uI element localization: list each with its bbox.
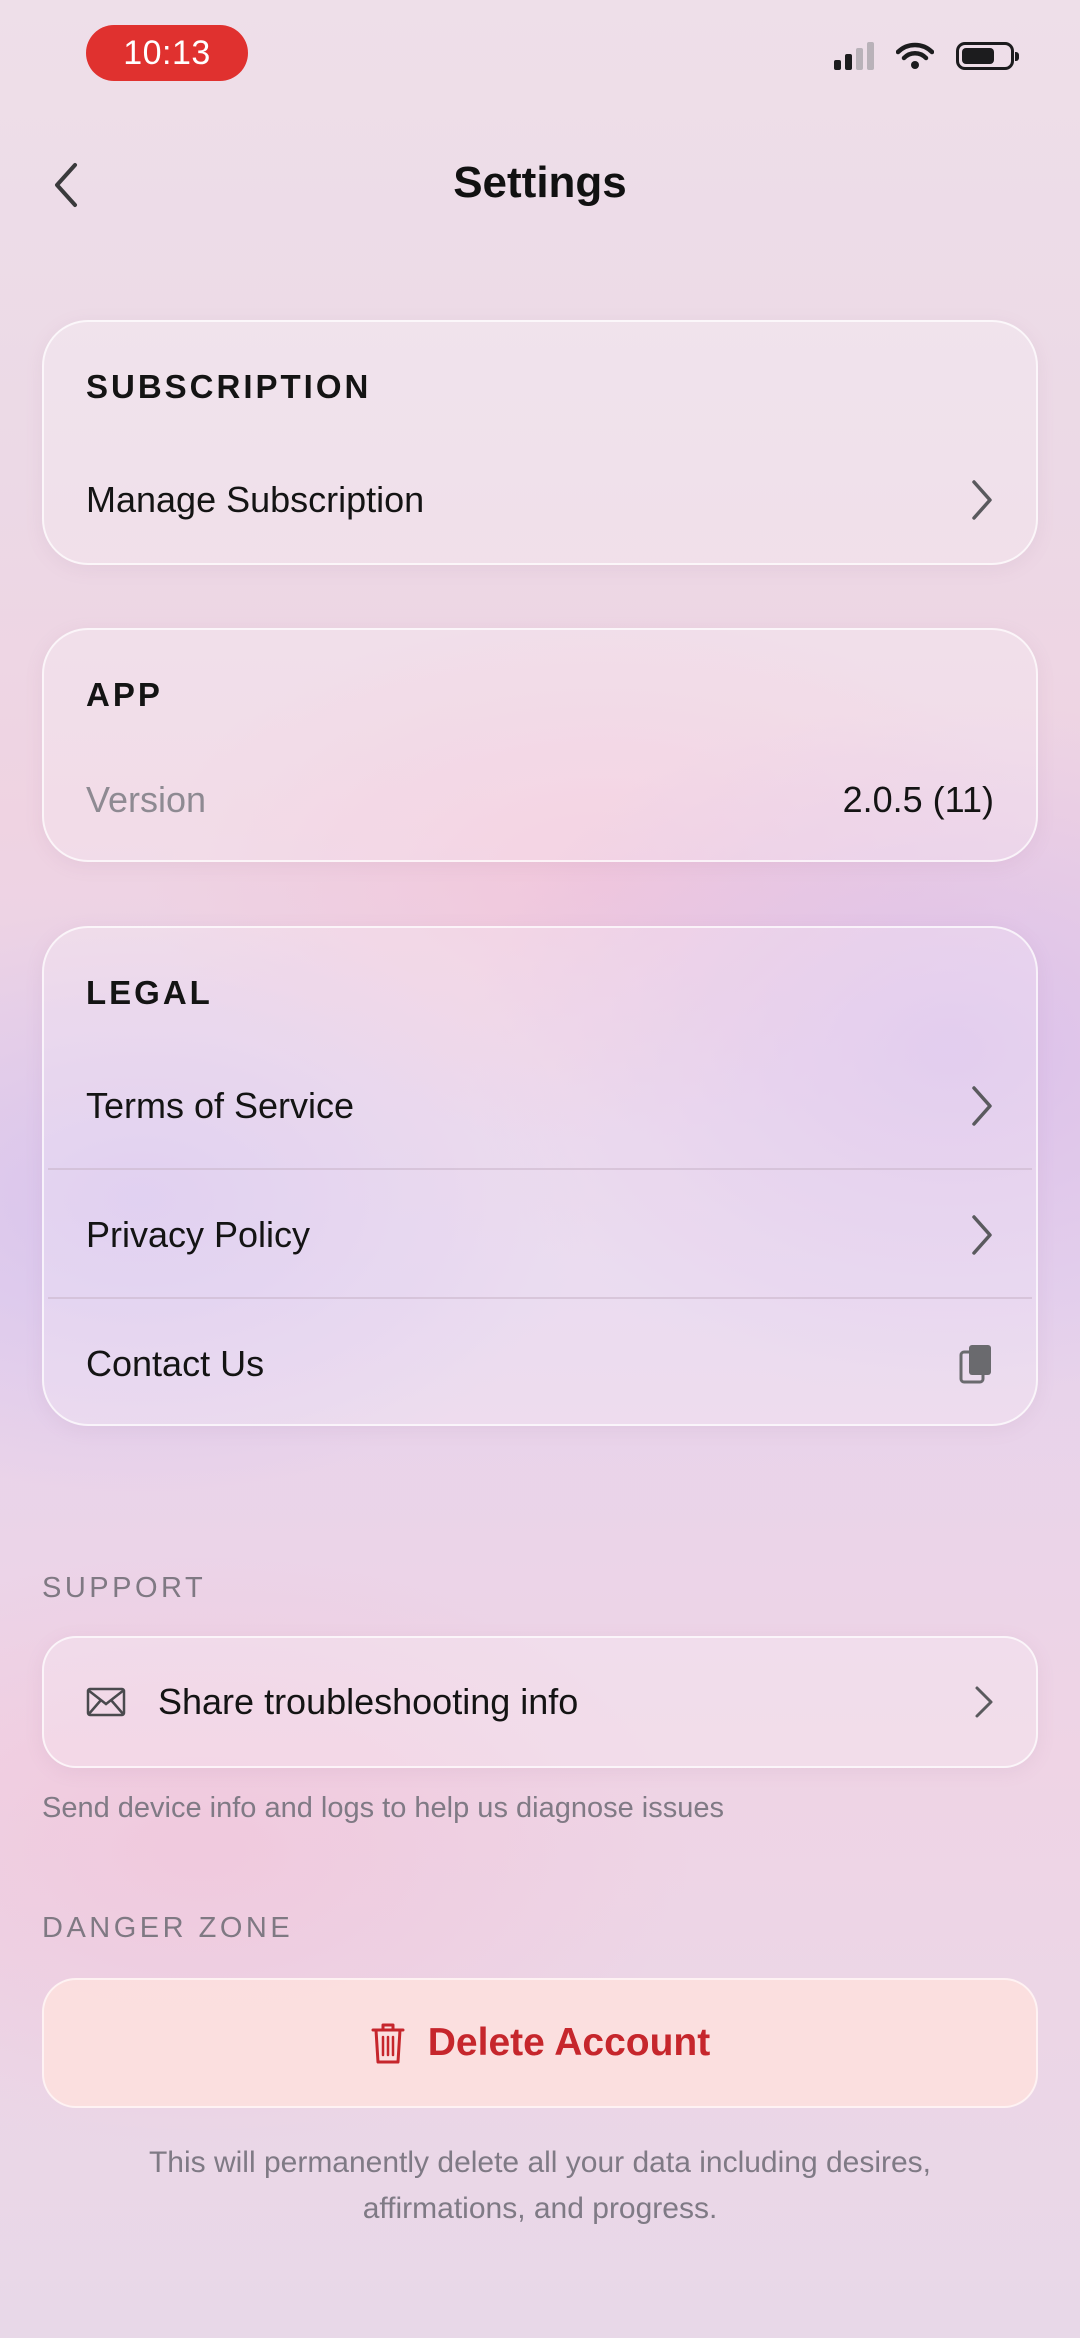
danger-zone-section-label: DANGER ZONE bbox=[42, 1912, 294, 1944]
app-card: APP Version 2.0.5 (11) bbox=[42, 628, 1038, 862]
version-value: 2.0.5 (11) bbox=[842, 779, 994, 820]
version-label: Version bbox=[86, 779, 207, 820]
divider bbox=[48, 1297, 1032, 1299]
wifi-icon bbox=[896, 42, 934, 69]
delete-account-button[interactable]: Delete Account bbox=[42, 1978, 1038, 2108]
contact-us-row[interactable]: Contact Us bbox=[44, 1314, 1036, 1414]
status-icons bbox=[834, 42, 1019, 70]
chevron-right-icon bbox=[972, 1086, 992, 1126]
share-troubleshooting-content: Share troubleshooting info bbox=[86, 1681, 578, 1723]
chevron-right-icon bbox=[975, 1686, 993, 1718]
manage-subscription-label: Manage Subscription bbox=[86, 479, 425, 520]
terms-of-service-row[interactable]: Terms of Service bbox=[44, 1056, 1036, 1156]
version-row: Version 2.0.5 (11) bbox=[44, 750, 1036, 850]
share-troubleshooting-label: Share troubleshooting info bbox=[158, 1681, 579, 1722]
share-troubleshooting-button[interactable]: Share troubleshooting info bbox=[42, 1636, 1038, 1768]
delete-account-label: Delete Account bbox=[427, 2021, 711, 2064]
share-troubleshooting-row: Share troubleshooting info bbox=[44, 1638, 1036, 1766]
terms-of-service-label: Terms of Service bbox=[86, 1085, 355, 1126]
divider bbox=[48, 1168, 1032, 1170]
page-title: Settings bbox=[453, 158, 627, 207]
support-section-label: SUPPORT bbox=[42, 1572, 207, 1604]
envelope-icon bbox=[86, 1687, 126, 1717]
battery-icon bbox=[956, 42, 1019, 70]
delete-account-warning: This will permanently delete all your da… bbox=[148, 2146, 932, 2225]
cellular-signal-icon bbox=[834, 42, 874, 70]
app-header: APP bbox=[86, 676, 163, 713]
chevron-right-icon bbox=[972, 480, 992, 520]
copy-icon[interactable] bbox=[958, 1342, 994, 1386]
support-helper-text: Send device info and logs to help us dia… bbox=[42, 1792, 724, 1824]
subscription-header: SUBSCRIPTION bbox=[86, 368, 372, 405]
subscription-card: SUBSCRIPTION Manage Subscription bbox=[42, 320, 1038, 565]
legal-header: LEGAL bbox=[86, 974, 213, 1011]
privacy-policy-label: Privacy Policy bbox=[86, 1214, 311, 1255]
legal-card: LEGAL Terms of Service Privacy Policy Co… bbox=[42, 926, 1038, 1426]
privacy-policy-row[interactable]: Privacy Policy bbox=[44, 1185, 1036, 1285]
chevron-right-icon bbox=[972, 1215, 992, 1255]
trash-icon bbox=[371, 2023, 405, 2064]
manage-subscription-row[interactable]: Manage Subscription bbox=[44, 450, 1036, 550]
contact-us-label: Contact Us bbox=[86, 1343, 265, 1384]
status-time: 10:13 bbox=[86, 25, 248, 81]
